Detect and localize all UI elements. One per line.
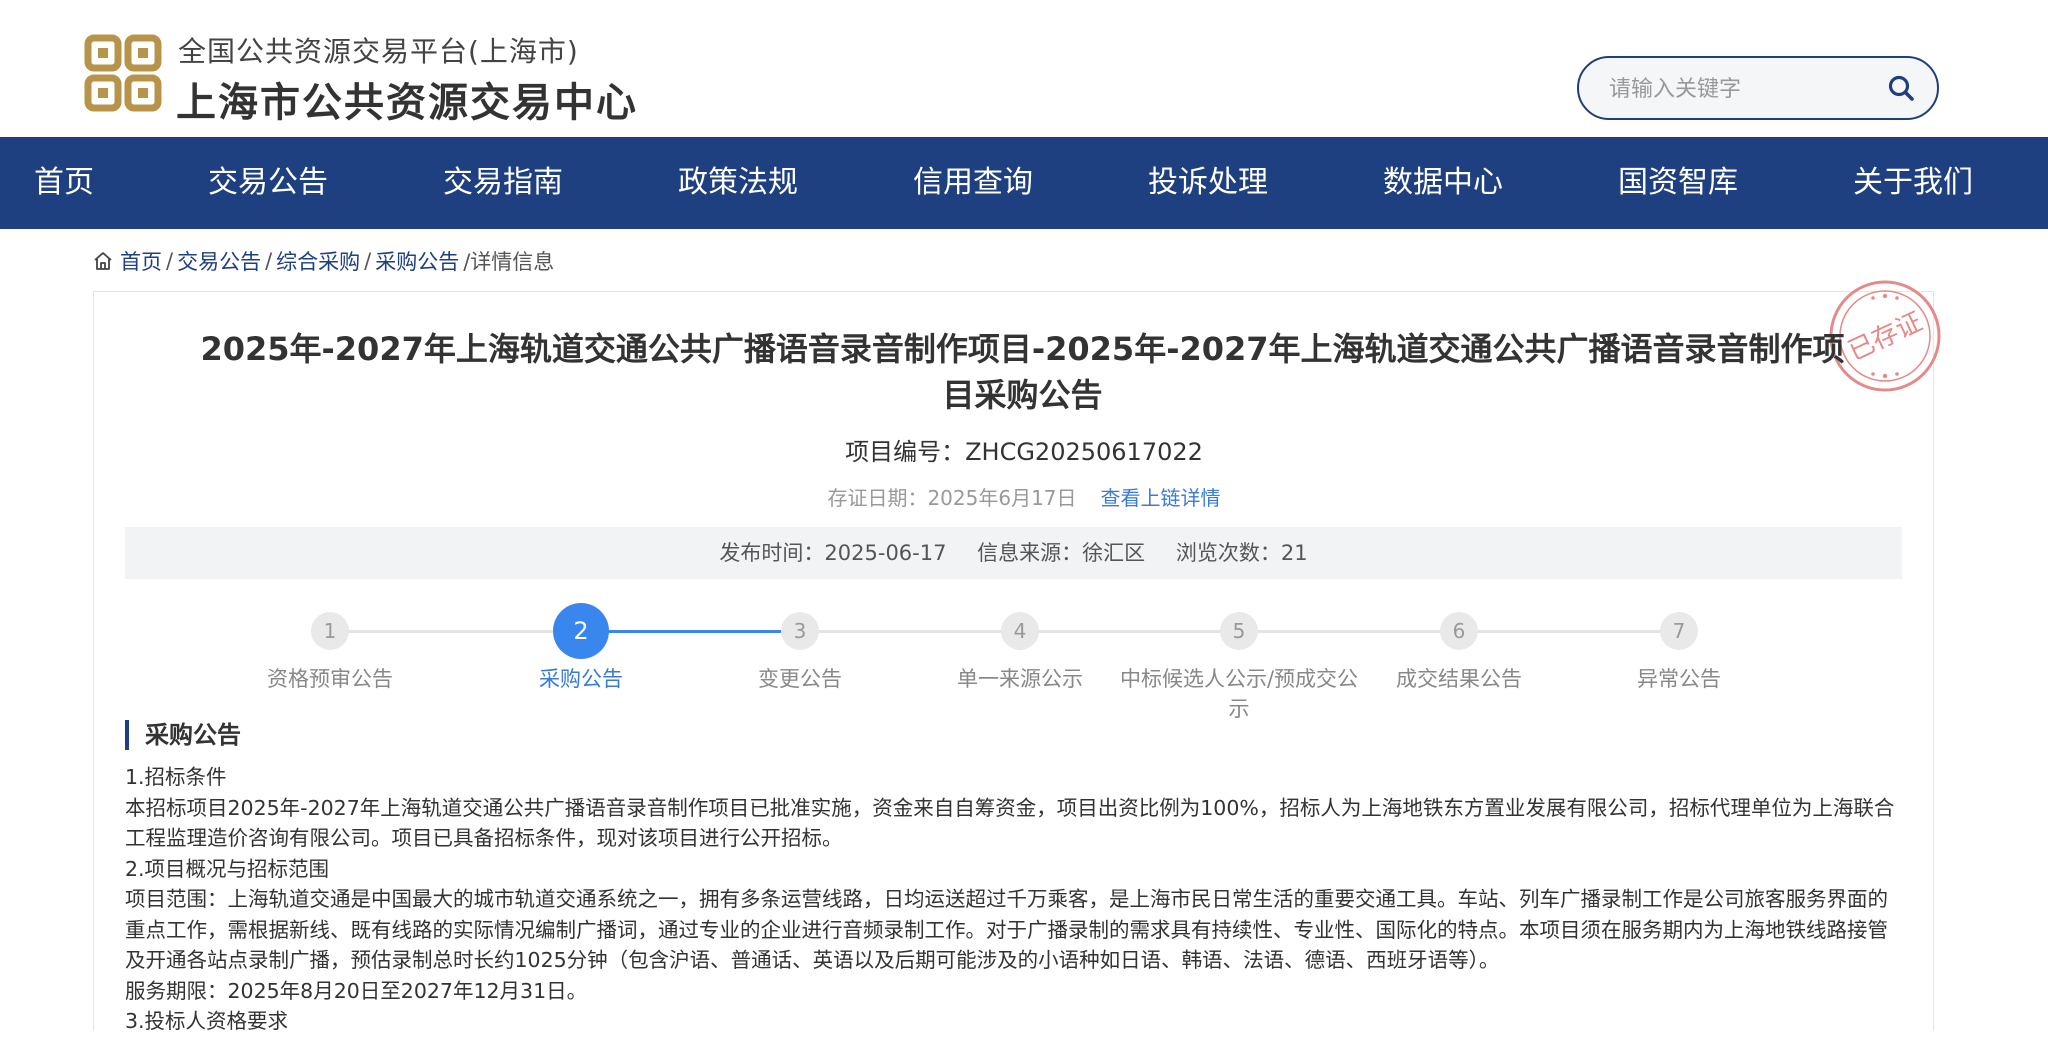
breadcrumb: 首页 / 交易公告 / 综合采购 / 采购公告 /详情信息 [92,246,554,276]
step-2-label[interactable]: 采购公告 [461,664,701,694]
paragraph-2: 项目范围：上海轨道交通是中国最大的城市轨道交通系统之一，拥有多条运营线路，日均运… [125,887,1888,972]
paragraph-1: 本招标项目2025年-2027年上海轨道交通公共广播语音录音制作项目已批准实施，… [125,795,1895,851]
step-track-progress [581,630,801,633]
paragraph-service-period: 服务期限：2025年8月20日至2027年12月31日。 [125,978,588,1003]
announcement-body: 1.招标条件 本招标项目2025年-2027年上海轨道交通公共广播语音录音制作项… [125,762,1905,1037]
nav-think-tank[interactable]: 国资智库 [1598,137,1758,229]
nav-credit-query[interactable]: 信用查询 [893,137,1053,229]
step-7-circle[interactable]: 7 [1660,612,1698,650]
view-chain-details-link[interactable]: 查看上链详情 [1101,486,1221,510]
step-7-label[interactable]: 异常公告 [1559,664,1799,694]
paragraph-heading-1: 1.招标条件 [125,765,227,789]
step-3-circle[interactable]: 3 [781,612,819,650]
step-4-circle[interactable]: 4 [1001,612,1039,650]
seal-text: 已存证 [1844,307,1927,367]
step-6-label[interactable]: 成交结果公告 [1339,664,1579,694]
step-4-label[interactable]: 单一来源公示 [900,664,1140,694]
breadcrumb-procurement-notices[interactable]: 采购公告 [375,246,459,276]
breadcrumb-comprehensive-procurement[interactable]: 综合采购 [276,246,360,276]
search-input[interactable] [1607,70,1881,108]
step-1-circle[interactable]: 1 [311,612,349,650]
article-title: 2025年-2027年上海轨道交通公共广播语音录音制作项目-2025年-2027… [200,330,1845,414]
step-5-circle[interactable]: 5 [1220,612,1258,650]
search-icon[interactable] [1887,74,1915,102]
paragraph-heading-2: 2.项目概况与招标范围 [125,856,330,881]
view-count: 浏览次数：21 [1175,541,1308,565]
breadcrumb-trade-notices[interactable]: 交易公告 [177,246,261,276]
step-5-label[interactable]: 中标候选人公示/预成交公示 [1119,664,1359,724]
nav-policies[interactable]: 政策法规 [658,137,818,229]
section-title: 采购公告 [125,720,241,750]
publish-time: 发布时间：2025-06-17 [719,541,947,565]
nav-about-us[interactable]: 关于我们 [1833,137,1993,229]
breadcrumb-home[interactable]: 首页 [120,246,162,276]
step-3-label[interactable]: 变更公告 [680,664,920,694]
site-title[interactable]: 上海市公共资源交易中心 [176,70,638,128]
nav-complaints[interactable]: 投诉处理 [1128,137,1288,229]
process-steps: 1 2 3 4 5 6 7 资格预审公告 采购公告 变更公告 单一来源公示 中标… [0,600,2048,730]
main-nav: 首页 交易公告 交易指南 政策法规 信用查询 投诉处理 数据中心 国资智库 关于… [0,137,2048,229]
nav-data-center[interactable]: 数据中心 [1363,137,1523,229]
project-number: 项目编号：ZHCG20250617022 [845,438,1203,466]
step-2-circle[interactable]: 2 [553,603,609,659]
home-icon [94,252,112,270]
paragraph-heading-3: 3.投标人资格要求 [125,1009,289,1033]
breadcrumb-current: /详情信息 [463,250,555,274]
certificate-date: 存证日期：2025年6月17日 [827,486,1077,510]
nav-trade-guide[interactable]: 交易指南 [423,137,583,229]
nav-home[interactable]: 首页 [14,137,114,229]
site-header: 全国公共资源交易平台(上海市) 上海市公共资源交易中心 [0,0,2048,137]
step-1-label[interactable]: 资格预审公告 [210,664,450,694]
logo-icon[interactable] [84,34,162,112]
search-box [1577,56,1939,120]
info-source: 信息来源：徐汇区 [977,541,1146,565]
article-meta-bar: 发布时间：2025-06-17 信息来源：徐汇区 浏览次数：21 [125,527,1902,579]
certificate-row: 存证日期：2025年6月17日 查看上链详情 [0,482,2048,511]
step-6-circle[interactable]: 6 [1440,612,1478,650]
nav-trade-notices[interactable]: 交易公告 [188,137,348,229]
site-subtitle: 全国公共资源交易平台(上海市) [178,35,579,68]
